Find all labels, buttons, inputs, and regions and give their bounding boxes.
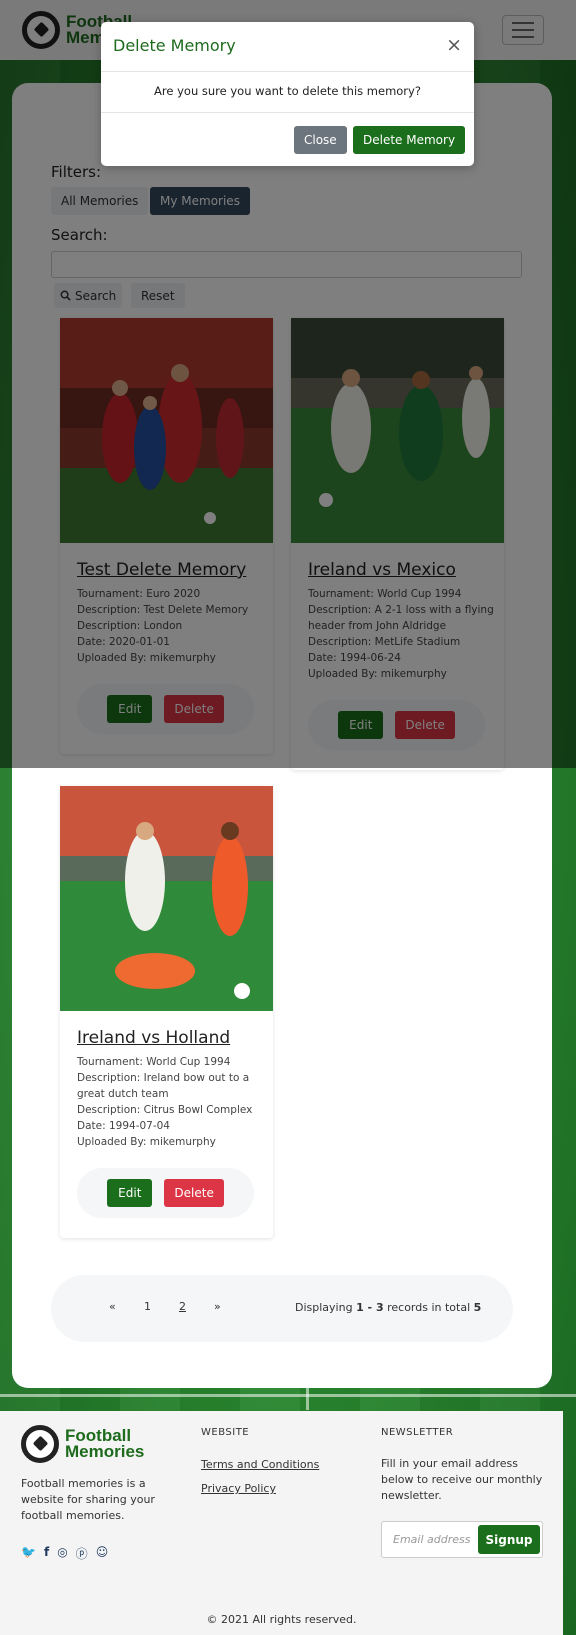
pagination-page-2[interactable]: 2 bbox=[179, 1300, 186, 1313]
website-heading: WEBSITE bbox=[201, 1427, 250, 1438]
pagination: « 1 2 » Displaying 1 - 3 records in tota… bbox=[51, 1275, 513, 1342]
divider bbox=[101, 71, 474, 72]
edit-button[interactable]: Edit bbox=[107, 1179, 153, 1207]
newsletter-heading: NEWSLETTER bbox=[381, 1427, 454, 1438]
memory-title-link[interactable]: Ireland vs Holland bbox=[77, 1028, 230, 1048]
close-icon[interactable]: × bbox=[446, 34, 462, 56]
pagination-next[interactable]: » bbox=[214, 1300, 221, 1313]
social-links: 🐦 f ◎ ⓟ ☺ bbox=[21, 1545, 108, 1562]
privacy-link[interactable]: Privacy Policy bbox=[201, 1482, 276, 1495]
memory-photo[interactable] bbox=[60, 786, 273, 1011]
memory-card: Ireland vs Holland Tournament: World Cup… bbox=[60, 786, 273, 1238]
football-icon bbox=[21, 1425, 59, 1463]
delete-button[interactable]: Delete bbox=[164, 1179, 224, 1207]
copyright: © 2021 All rights reserved. bbox=[206, 1613, 357, 1626]
pagination-page-1[interactable]: 1 bbox=[144, 1300, 151, 1313]
twitter-icon[interactable]: 🐦 bbox=[21, 1545, 36, 1562]
memory-details: Tournament: World Cup 1994 Description: … bbox=[77, 1056, 253, 1148]
pagination-info: Displaying 1 - 3 records in total 5 bbox=[295, 1301, 482, 1314]
email-field[interactable]: Email address bbox=[393, 1533, 473, 1546]
pagination-prev[interactable]: « bbox=[109, 1300, 116, 1313]
facebook-icon[interactable]: f bbox=[44, 1545, 49, 1562]
footer-description: Football memories is a website for shari… bbox=[21, 1477, 155, 1522]
newsletter-form: Email address Signup bbox=[381, 1521, 543, 1558]
modal-message: Are you sure you want to delete this mem… bbox=[154, 84, 421, 98]
signup-button[interactable]: Signup bbox=[478, 1525, 540, 1554]
card-actions: Edit Delete bbox=[77, 1168, 254, 1218]
modal-title: Delete Memory bbox=[113, 36, 236, 55]
delete-memory-modal: Delete Memory × Are you sure you want to… bbox=[101, 22, 474, 166]
newsletter-text: Fill in your email address below to rece… bbox=[381, 1457, 543, 1502]
snapchat-icon[interactable]: ☺ bbox=[96, 1545, 109, 1562]
instagram-icon[interactable]: ◎ bbox=[57, 1545, 67, 1562]
divider bbox=[101, 112, 474, 113]
footer-brand-logo[interactable]: Football Memories bbox=[21, 1425, 144, 1463]
terms-link[interactable]: Terms and Conditions bbox=[201, 1458, 319, 1471]
footer: Football Memories Football memories is a… bbox=[0, 1411, 563, 1635]
pinterest-icon[interactable]: ⓟ bbox=[76, 1545, 88, 1562]
confirm-delete-button[interactable]: Delete Memory bbox=[353, 126, 466, 154]
close-button[interactable]: Close bbox=[294, 126, 347, 154]
footer-brand-name: Football Memories bbox=[65, 1426, 145, 1461]
